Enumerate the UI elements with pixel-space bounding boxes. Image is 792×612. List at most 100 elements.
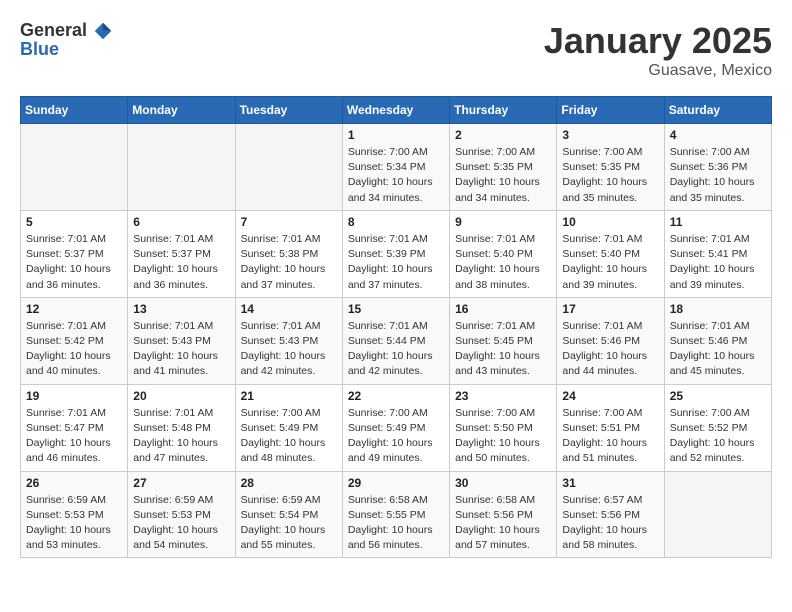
day-info: Sunrise: 6:57 AM Sunset: 5:56 PM Dayligh… <box>562 493 658 554</box>
day-number: 28 <box>241 476 337 490</box>
day-number: 20 <box>133 389 229 403</box>
day-number: 19 <box>26 389 122 403</box>
calendar-cell: 14Sunrise: 7:01 AM Sunset: 5:43 PM Dayli… <box>235 297 342 384</box>
day-info: Sunrise: 7:01 AM Sunset: 5:46 PM Dayligh… <box>670 319 766 380</box>
weekday-header-sunday: Sunday <box>21 97 128 124</box>
calendar-cell: 23Sunrise: 7:00 AM Sunset: 5:50 PM Dayli… <box>450 384 557 471</box>
calendar-cell: 29 Sunrise: 6:58 AM Sunset: 5:55 PM Dayli… <box>342 471 449 558</box>
day-number: 24 <box>562 389 658 403</box>
calendar-cell: 11 Sunrise: 7:01 AM Sunset: 5:41 PM Dayli… <box>664 210 771 297</box>
calendar-cell: 10 Sunrise: 7:01 AM Sunset: 5:40 PM Dayli… <box>557 210 664 297</box>
weekday-header-tuesday: Tuesday <box>235 97 342 124</box>
day-number: 31 <box>562 476 658 490</box>
calendar-cell <box>128 124 235 211</box>
calendar-cell: 18 Sunrise: 7:01 AM Sunset: 5:46 PM Dayli… <box>664 297 771 384</box>
day-info: Sunrise: 7:00 AM Sunset: 5:49 PM Dayligh… <box>348 406 444 467</box>
day-info: Sunrise: 7:00 AM Sunset: 5:35 PM Dayligh… <box>455 145 551 206</box>
page-header: General Blue January 2025 Guasave, Mexic… <box>20 20 772 80</box>
day-info: Sunrise: 7:01 AM Sunset: 5:37 PM Dayligh… <box>133 232 229 293</box>
calendar-cell: 1Sunrise: 7:00 AM Sunset: 5:34 PM Daylig… <box>342 124 449 211</box>
calendar-cell: 31 Sunrise: 6:57 AM Sunset: 5:56 PM Dayli… <box>557 471 664 558</box>
day-info: Sunrise: 7:01 AM Sunset: 5:46 PM Dayligh… <box>562 319 658 380</box>
day-info: Sunrise: 7:01 AM Sunset: 5:37 PM Dayligh… <box>26 232 122 293</box>
day-number: 29 <box>348 476 444 490</box>
day-number: 17 <box>562 302 658 316</box>
day-number: 6 <box>133 215 229 229</box>
calendar-week-4: 19 Sunrise: 7:01 AM Sunset: 5:47 PM Dayli… <box>21 384 772 471</box>
day-number: 27 <box>133 476 229 490</box>
calendar-cell: 19 Sunrise: 7:01 AM Sunset: 5:47 PM Dayli… <box>21 384 128 471</box>
day-number: 3 <box>562 128 658 142</box>
weekday-header-thursday: Thursday <box>450 97 557 124</box>
day-info: Sunrise: 7:01 AM Sunset: 5:40 PM Dayligh… <box>562 232 658 293</box>
day-info: Sunrise: 7:01 AM Sunset: 5:44 PM Dayligh… <box>348 319 444 380</box>
day-number: 10 <box>562 215 658 229</box>
day-info: Sunrise: 7:01 AM Sunset: 5:38 PM Dayligh… <box>241 232 337 293</box>
day-info: Sunrise: 7:00 AM Sunset: 5:49 PM Dayligh… <box>241 406 337 467</box>
location: Guasave, Mexico <box>544 62 772 80</box>
weekday-header-saturday: Saturday <box>664 97 771 124</box>
day-info: Sunrise: 7:01 AM Sunset: 5:41 PM Dayligh… <box>670 232 766 293</box>
weekday-header-row: SundayMondayTuesdayWednesdayThursdayFrid… <box>21 97 772 124</box>
day-number: 1 <box>348 128 444 142</box>
calendar-cell: 16Sunrise: 7:01 AM Sunset: 5:45 PM Dayli… <box>450 297 557 384</box>
weekday-header-friday: Friday <box>557 97 664 124</box>
day-number: 26 <box>26 476 122 490</box>
day-info: Sunrise: 7:00 AM Sunset: 5:51 PM Dayligh… <box>562 406 658 467</box>
weekday-header-wednesday: Wednesday <box>342 97 449 124</box>
calendar-cell: 6 Sunrise: 7:01 AM Sunset: 5:37 PM Daylig… <box>128 210 235 297</box>
day-number: 5 <box>26 215 122 229</box>
day-info: Sunrise: 6:59 AM Sunset: 5:53 PM Dayligh… <box>26 493 122 554</box>
calendar-cell: 27Sunrise: 6:59 AM Sunset: 5:53 PM Dayli… <box>128 471 235 558</box>
calendar-cell: 20 Sunrise: 7:01 AM Sunset: 5:48 PM Dayli… <box>128 384 235 471</box>
day-number: 15 <box>348 302 444 316</box>
calendar-cell <box>664 471 771 558</box>
day-number: 18 <box>670 302 766 316</box>
day-info: Sunrise: 7:01 AM Sunset: 5:48 PM Dayligh… <box>133 406 229 467</box>
day-number: 21 <box>241 389 337 403</box>
calendar-cell: 4Sunrise: 7:00 AM Sunset: 5:36 PM Daylig… <box>664 124 771 211</box>
day-info: Sunrise: 6:59 AM Sunset: 5:54 PM Dayligh… <box>241 493 337 554</box>
day-info: Sunrise: 6:58 AM Sunset: 5:56 PM Dayligh… <box>455 493 551 554</box>
day-info: Sunrise: 7:01 AM Sunset: 5:42 PM Dayligh… <box>26 319 122 380</box>
calendar-cell: 22 Sunrise: 7:00 AM Sunset: 5:49 PM Dayli… <box>342 384 449 471</box>
day-number: 23 <box>455 389 551 403</box>
day-info: Sunrise: 7:01 AM Sunset: 5:39 PM Dayligh… <box>348 232 444 293</box>
calendar-week-5: 26 Sunrise: 6:59 AM Sunset: 5:53 PM Dayli… <box>21 471 772 558</box>
calendar-cell: 28 Sunrise: 6:59 AM Sunset: 5:54 PM Dayli… <box>235 471 342 558</box>
day-number: 9 <box>455 215 551 229</box>
title-block: January 2025 Guasave, Mexico <box>544 20 772 80</box>
calendar-cell <box>235 124 342 211</box>
day-number: 22 <box>348 389 444 403</box>
day-number: 13 <box>133 302 229 316</box>
calendar-cell: 21 Sunrise: 7:00 AM Sunset: 5:49 PM Dayli… <box>235 384 342 471</box>
day-info: Sunrise: 7:00 AM Sunset: 5:36 PM Dayligh… <box>670 145 766 206</box>
calendar-cell: 17 Sunrise: 7:01 AM Sunset: 5:46 PM Dayli… <box>557 297 664 384</box>
day-number: 7 <box>241 215 337 229</box>
day-info: Sunrise: 7:01 AM Sunset: 5:47 PM Dayligh… <box>26 406 122 467</box>
calendar-cell: 30 Sunrise: 6:58 AM Sunset: 5:56 PM Dayli… <box>450 471 557 558</box>
day-number: 11 <box>670 215 766 229</box>
day-info: Sunrise: 6:58 AM Sunset: 5:55 PM Dayligh… <box>348 493 444 554</box>
logo-blue: Blue <box>20 40 114 60</box>
day-number: 2 <box>455 128 551 142</box>
calendar-week-3: 12 Sunrise: 7:01 AM Sunset: 5:42 PM Dayli… <box>21 297 772 384</box>
calendar-week-2: 5 Sunrise: 7:01 AM Sunset: 5:37 PM Daylig… <box>21 210 772 297</box>
day-info: Sunrise: 7:00 AM Sunset: 5:52 PM Dayligh… <box>670 406 766 467</box>
day-number: 30 <box>455 476 551 490</box>
calendar-cell: 7 Sunrise: 7:01 AM Sunset: 5:38 PM Daylig… <box>235 210 342 297</box>
calendar-cell: 12 Sunrise: 7:01 AM Sunset: 5:42 PM Dayli… <box>21 297 128 384</box>
day-number: 12 <box>26 302 122 316</box>
day-info: Sunrise: 7:00 AM Sunset: 5:35 PM Dayligh… <box>562 145 658 206</box>
calendar-cell: 3 Sunrise: 7:00 AM Sunset: 5:35 PM Daylig… <box>557 124 664 211</box>
day-number: 25 <box>670 389 766 403</box>
calendar-cell: 9Sunrise: 7:01 AM Sunset: 5:40 PM Daylig… <box>450 210 557 297</box>
calendar-body: 1Sunrise: 7:00 AM Sunset: 5:34 PM Daylig… <box>21 124 772 558</box>
calendar-cell: 24 Sunrise: 7:00 AM Sunset: 5:51 PM Dayli… <box>557 384 664 471</box>
day-info: Sunrise: 7:01 AM Sunset: 5:45 PM Dayligh… <box>455 319 551 380</box>
weekday-header-monday: Monday <box>128 97 235 124</box>
logo: General Blue <box>20 20 114 60</box>
day-number: 8 <box>348 215 444 229</box>
calendar-cell: 25 Sunrise: 7:00 AM Sunset: 5:52 PM Dayli… <box>664 384 771 471</box>
calendar-table: SundayMondayTuesdayWednesdayThursdayFrid… <box>20 96 772 558</box>
